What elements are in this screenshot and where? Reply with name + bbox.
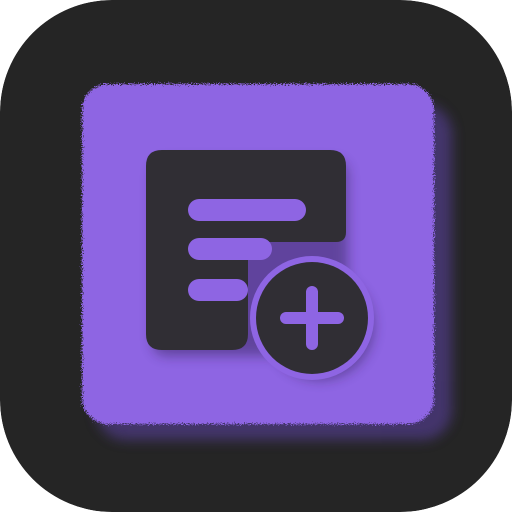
add-note-app-icon <box>0 0 512 512</box>
app-icon-graphic <box>0 0 512 512</box>
document-line-1 <box>188 199 306 221</box>
plus-icon-vertical <box>306 286 318 350</box>
document-line-2 <box>188 238 272 260</box>
document-line-3 <box>188 279 248 301</box>
